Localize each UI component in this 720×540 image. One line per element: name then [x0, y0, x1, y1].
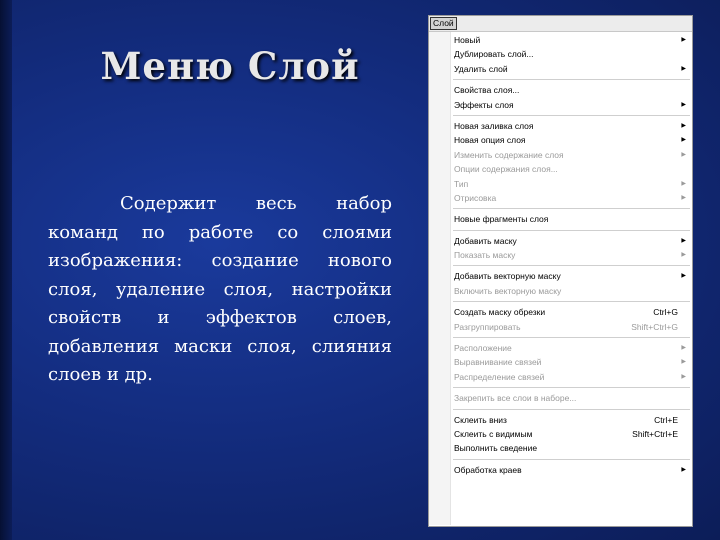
menu-item-shortcut: Ctrl+E	[654, 414, 678, 425]
menu-item-label: Новая заливка слоя	[454, 120, 534, 131]
menu-separator	[453, 114, 690, 116]
menu-item[interactable]: Новые фрагменты слоя	[429, 212, 692, 226]
submenu-arrow-icon: ▶	[681, 122, 686, 129]
menu-item: Опции содержания слоя...	[429, 162, 692, 176]
submenu-arrow-icon: ▶	[681, 345, 686, 352]
menu-item-label: Дублировать слой...	[454, 49, 534, 60]
menu-item-label: Новый	[454, 35, 481, 45]
menu-item-label: Выравнивание связей	[454, 357, 542, 368]
menu-item-label: Изменить содержание слоя	[454, 149, 564, 160]
menu-item[interactable]: Свойства слоя...	[429, 83, 692, 97]
menu-separator	[453, 208, 690, 210]
menu-item-label: Эффекты слоя	[454, 99, 514, 110]
menu-item-label: Добавить маску	[454, 235, 517, 246]
menu-item-label: Опции содержания слоя...	[454, 164, 558, 175]
submenu-arrow-icon: ▶	[681, 37, 686, 43]
menu-item[interactable]: Добавить маску ▶	[429, 234, 692, 248]
menu-item: Распределение связей ▶	[429, 370, 692, 384]
menu-bar: Слой	[429, 16, 692, 32]
menu-item[interactable]: Склеить вниз Ctrl+E	[429, 413, 692, 427]
menu-item: Включить векторную маску	[429, 284, 692, 298]
menu-item-label: Создать маску обрезки	[454, 307, 546, 318]
menu-item-label: Удалить слой	[454, 63, 508, 74]
submenu-arrow-icon: ▶	[681, 101, 686, 108]
submenu-arrow-icon: ▶	[681, 180, 686, 187]
menu-item-label: Обработка краев	[454, 464, 522, 475]
submenu-arrow-icon: ▶	[681, 137, 686, 144]
menu-separator	[453, 337, 690, 339]
menu-item-shortcut: Ctrl+G	[653, 307, 678, 318]
menu-item-label: Добавить векторную маску	[454, 271, 561, 282]
menu-item-label: Отрисовка	[454, 192, 497, 203]
menu-item[interactable]: Создать маску обрезки Ctrl+G	[429, 305, 692, 319]
menu-item[interactable]: Удалить слой ▶	[429, 62, 692, 76]
menu-item[interactable]: Эффекты слоя ▶	[429, 98, 692, 112]
menu-item-label: Разгруппировать	[454, 321, 521, 332]
menu-item-label: Включить векторную маску	[454, 285, 562, 296]
menu-separator	[453, 79, 690, 81]
menu-item: Изменить содержание слоя ▶	[429, 148, 692, 162]
slide-body-text: Содержит весь набор команд по работе со …	[48, 193, 392, 385]
submenu-arrow-icon: ▶	[681, 252, 686, 259]
submenu-arrow-icon: ▶	[681, 373, 686, 380]
menu-item-label: Склеить с видимым	[454, 428, 533, 439]
menu-item-label: Выполнить сведение	[454, 443, 538, 454]
submenu-arrow-icon: ▶	[681, 194, 686, 201]
menu-item[interactable]: Новый ▶	[429, 33, 692, 47]
submenu-arrow-icon: ▶	[681, 359, 686, 366]
submenu-arrow-icon: ▶	[681, 466, 686, 473]
submenu-arrow-icon: ▶	[681, 273, 686, 280]
menu-item-label: Новые фрагменты слоя	[454, 214, 549, 225]
slide-left-border	[0, 0, 12, 540]
menu-item-label: Показать маску	[454, 250, 516, 261]
menu-item-label: Закрепить все слои в наборе...	[454, 393, 577, 404]
menu-item: Показать маску ▶	[429, 248, 692, 262]
menu-item: Выравнивание связей ▶	[429, 355, 692, 369]
menu-item: Разгруппировать Shift+Ctrl+G	[429, 320, 692, 334]
menu-item[interactable]: Новая заливка слоя ▶	[429, 119, 692, 133]
menu-item: Отрисовка ▶	[429, 191, 692, 205]
menu-item-label: Склеить вниз	[454, 414, 507, 425]
menu-separator	[453, 387, 690, 389]
menu-separator	[453, 229, 690, 231]
menu-item-label: Расположение	[454, 343, 512, 354]
submenu-arrow-icon: ▶	[681, 65, 686, 72]
menu-item: Расположение ▶	[429, 341, 692, 355]
menu-item: Тип ▶	[429, 177, 692, 191]
menu-item-label: Тип	[454, 178, 469, 189]
menu-item-shortcut: Shift+Ctrl+G	[631, 321, 678, 332]
menu-separator	[453, 301, 690, 303]
menu-separator	[453, 458, 690, 460]
menu-item: Закрепить все слои в наборе...	[429, 391, 692, 405]
menu-item-list: Новый ▶ Дублировать слой... Удалить слой ▶ Св…	[429, 33, 692, 477]
submenu-arrow-icon: ▶	[681, 237, 686, 244]
menu-separator	[453, 408, 690, 410]
menu-item[interactable]: Новая опция слоя ▶	[429, 133, 692, 147]
menu-item-label: Новая опция слоя	[454, 135, 526, 146]
menu-item[interactable]: Дублировать слой...	[429, 47, 692, 61]
menu-item-label: Распределение связей	[454, 371, 545, 382]
submenu-arrow-icon: ▶	[681, 151, 686, 158]
menu-item[interactable]: Добавить векторную маску ▶	[429, 269, 692, 283]
menu-item[interactable]: Обработка краев ▶	[429, 463, 692, 477]
layer-menu-screenshot: Слой Новый ▶ Дублировать слой... Удалить сл…	[428, 15, 693, 527]
menu-item-label: Свойства слоя...	[454, 85, 520, 96]
slide-title: Меню Слой	[100, 44, 360, 88]
menu-item[interactable]: Выполнить сведение	[429, 441, 692, 455]
menu-separator	[453, 265, 690, 267]
menu-item-shortcut: Shift+Ctrl+E	[632, 428, 678, 439]
menu-title-layer[interactable]: Слой	[430, 17, 457, 30]
menu-item[interactable]: Склеить с видимым Shift+Ctrl+E	[429, 427, 692, 441]
